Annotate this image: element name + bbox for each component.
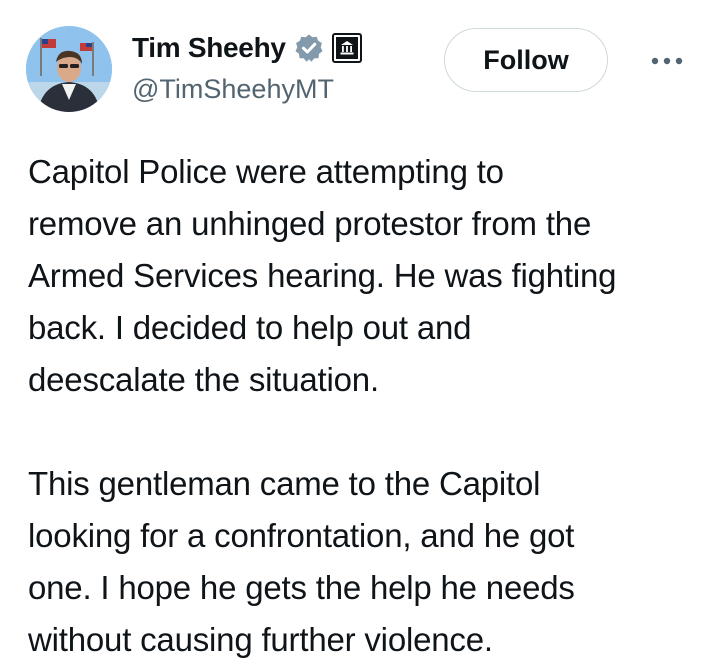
tweet-text: Capitol Police were attempting to remove… [28, 146, 698, 666]
tweet-text-line: remove an unhinged protestor from the [28, 205, 592, 242]
tweet-text-line: looking for a confrontation, and he got [28, 517, 575, 554]
author-avatar[interactable] [26, 26, 112, 112]
follow-button[interactable]: Follow [444, 28, 608, 92]
tweet-paragraph: Capitol Police were attempting to remove… [28, 146, 698, 406]
tweet-card: Tim Sheehy @TimSheehyMT Follow Capitol P… [0, 0, 709, 672]
tweet-paragraph: This gentleman came to the Capitol looki… [28, 458, 698, 666]
verified-badge-icon [294, 33, 324, 63]
more-options-icon[interactable] [644, 46, 690, 76]
tweet-text-line: without causing further violence. [28, 621, 493, 658]
government-building-icon [331, 33, 362, 63]
tweet-text-line: back. I decided to help out and [28, 309, 472, 346]
tweet-text-line: Armed Services hearing. He was fighting [28, 257, 617, 294]
tweet-text-line: Capitol Police were attempting to [28, 153, 504, 190]
author-handle[interactable]: @TimSheehyMT [132, 74, 334, 105]
author-name-row: Tim Sheehy [132, 30, 362, 66]
avatar-photo [26, 26, 112, 112]
tweet-text-line: deescalate the situation. [28, 361, 379, 398]
author-display-name[interactable]: Tim Sheehy [132, 32, 286, 64]
tweet-text-line: one. I hope he gets the help he needs [28, 569, 575, 606]
tweet-text-line: This gentleman came to the Capitol [28, 465, 541, 502]
